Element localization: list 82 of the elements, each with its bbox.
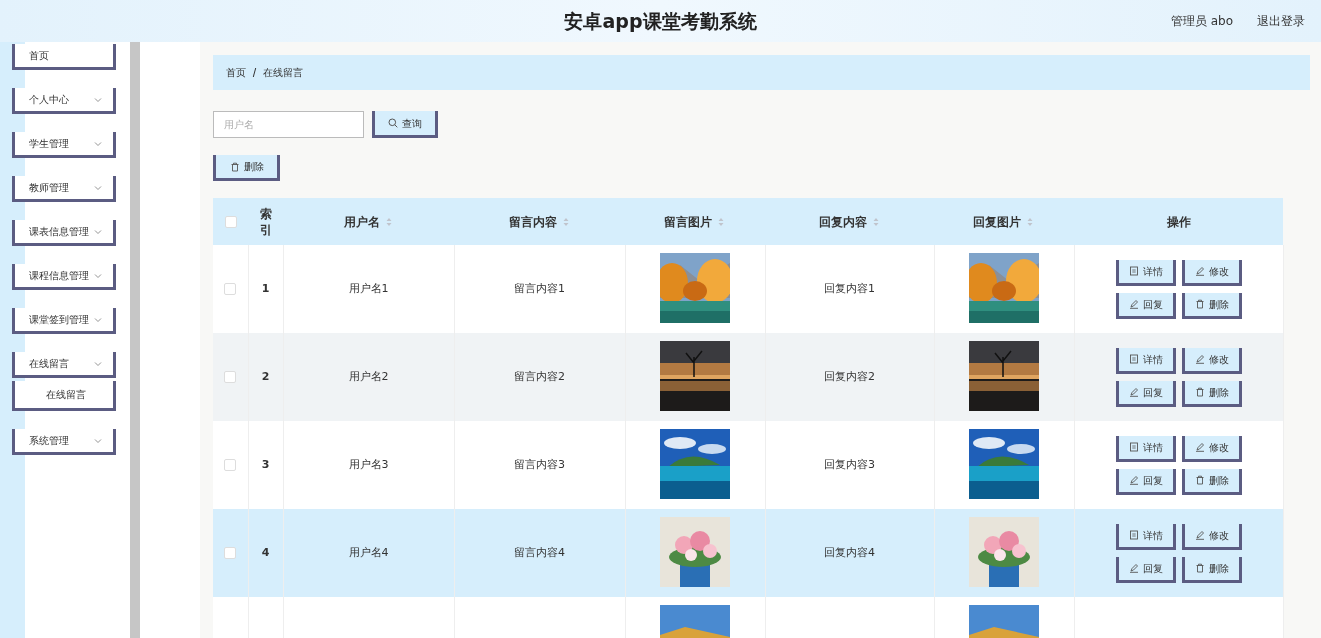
- trash-icon: [1194, 475, 1205, 485]
- table-cell: 用户名2: [348, 369, 389, 383]
- edit-button[interactable]: 修改: [1181, 523, 1242, 550]
- table-cell: 回复内容4: [824, 545, 875, 559]
- column-header[interactable]: 回复图片: [973, 212, 1035, 231]
- sort-icon: [1025, 216, 1035, 227]
- table-cell: 用户名1: [348, 281, 389, 295]
- row-checkbox[interactable]: [224, 546, 237, 559]
- table-cell: 回复内容3: [824, 457, 875, 471]
- table-cell: 1: [261, 281, 270, 295]
- reply-button[interactable]: 回复: [1115, 380, 1176, 407]
- menu-item[interactable]: 在线留言: [12, 352, 116, 378]
- table-cell: 4: [261, 545, 270, 559]
- menu-item[interactable]: 学生管理: [12, 132, 116, 158]
- select-all-checkbox[interactable]: [224, 216, 237, 228]
- delete-button[interactable]: 删除: [1181, 468, 1242, 495]
- delete-button[interactable]: 删除: [1181, 292, 1242, 319]
- breadcrumb-item: 在线留言: [263, 66, 303, 80]
- row-checkbox[interactable]: [224, 370, 237, 383]
- search-field[interactable]: 用户名: [213, 111, 364, 138]
- reply-button[interactable]: 回复: [1115, 292, 1176, 319]
- column-header[interactable]: 留言内容: [508, 212, 571, 231]
- trash-icon: [229, 161, 240, 172]
- delete-button[interactable]: 删除: [213, 155, 280, 181]
- table-cell: 留言内容3: [514, 457, 565, 471]
- details-button[interactable]: 详情: [1115, 347, 1176, 374]
- menu-item[interactable]: 课表信息管理: [12, 220, 116, 246]
- table-cell: 用户名3: [348, 457, 389, 471]
- edit-button[interactable]: 修改: [1181, 435, 1242, 462]
- reply-button[interactable]: 回复: [1115, 468, 1176, 495]
- column-header: 索引: [259, 206, 272, 239]
- column-header: 操作: [1166, 213, 1191, 231]
- pen-icon: [1128, 475, 1139, 485]
- pen-icon: [1128, 387, 1139, 397]
- menu-item[interactable]: 首页: [12, 44, 116, 70]
- reply-button[interactable]: 回复: [1115, 556, 1176, 583]
- breadcrumb-item[interactable]: 首页: [226, 65, 246, 80]
- details-button[interactable]: 详情: [1115, 259, 1176, 286]
- sort-icon: [716, 216, 726, 227]
- app-title: 安卓app课堂考勤系统: [564, 8, 757, 34]
- details-button[interactable]: 详情: [1115, 435, 1176, 462]
- table-cell: 留言内容1: [514, 281, 565, 295]
- menu-item[interactable]: 系统管理: [12, 429, 116, 455]
- trash-icon: [1194, 387, 1205, 397]
- user-label: 管理员 abo: [1170, 13, 1233, 30]
- table-cell: 2: [261, 369, 270, 383]
- details-button[interactable]: 详情: [1115, 523, 1176, 550]
- menu-item[interactable]: 课程信息管理: [12, 264, 116, 290]
- search-button[interactable]: 查询: [372, 111, 438, 138]
- pen-icon: [1194, 442, 1205, 452]
- trash-icon: [1194, 563, 1205, 573]
- menu-item[interactable]: 教师管理: [12, 176, 116, 202]
- menu-item[interactable]: 课堂签到管理: [12, 308, 116, 334]
- search-icon: [388, 118, 398, 128]
- pen-icon: [1128, 563, 1139, 573]
- edit-button[interactable]: 修改: [1181, 259, 1242, 286]
- table-cell: 留言内容2: [514, 369, 565, 383]
- menu-item[interactable]: 个人中心: [12, 88, 116, 114]
- row-checkbox[interactable]: [224, 282, 237, 295]
- logout-link[interactable]: 退出登录: [1257, 12, 1305, 30]
- column-header[interactable]: 回复内容: [818, 212, 881, 231]
- edit-button[interactable]: 修改: [1181, 347, 1242, 374]
- table-cell: 回复内容2: [824, 369, 875, 383]
- submenu-item[interactable]: 在线留言: [12, 381, 116, 411]
- document-icon: [1128, 354, 1139, 364]
- delete-button[interactable]: 删除: [1181, 556, 1242, 583]
- trash-icon: [1194, 299, 1205, 309]
- table-cell: 用户名4: [348, 545, 389, 559]
- document-icon: [1128, 442, 1139, 452]
- column-header[interactable]: 留言图片: [664, 212, 726, 231]
- pen-icon: [1194, 354, 1205, 364]
- table-cell: 3: [261, 457, 270, 471]
- table-cell: 留言内容4: [514, 545, 565, 559]
- document-icon: [1128, 530, 1139, 540]
- pen-icon: [1194, 530, 1205, 540]
- pen-icon: [1128, 299, 1139, 309]
- delete-button[interactable]: 删除: [1181, 380, 1242, 407]
- column-header[interactable]: 用户名: [343, 212, 394, 231]
- document-icon: [1128, 266, 1139, 276]
- pen-icon: [1194, 266, 1205, 276]
- table-cell: 回复内容1: [824, 281, 875, 295]
- row-checkbox[interactable]: [224, 458, 237, 471]
